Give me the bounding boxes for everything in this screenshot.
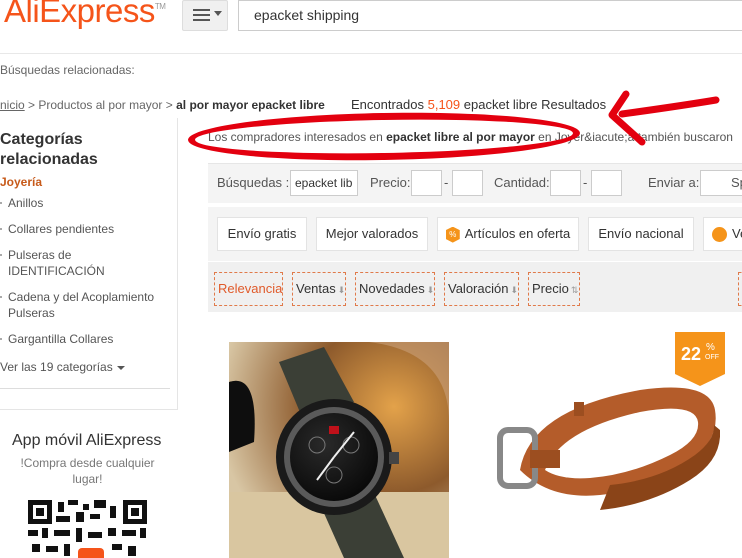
bullet-icon [0,296,2,298]
quantity-max-input[interactable] [591,170,622,196]
breadcrumb-separator: > [24,98,39,112]
breadcrumb-wholesale-link[interactable]: Productos al por mayor [38,98,162,112]
bullet-icon [0,338,2,340]
caret-down-icon [214,11,222,16]
price-max-input[interactable] [452,170,483,196]
results-number: 5,109 [427,97,461,112]
see-all-categories-link[interactable]: Ver las 19 categorías [0,360,125,374]
heading-line-1: Categorías [0,131,83,148]
coin-icon [712,227,727,243]
sort-sales-label: Ventas [296,281,336,296]
sort-newest-label: Novedades [359,281,425,296]
sort-newest[interactable]: Novedades ⬇ [355,272,435,306]
app-promo-subtitle: !Compra desde cualquier lugar! [20,456,155,486]
sort-relevance[interactable]: Relevancia [214,272,283,306]
price-min-input[interactable] [411,170,442,196]
logo-text: AliExpress [4,0,155,29]
category-group-jewelry[interactable]: Joyería [0,175,42,189]
sidebar-separator [0,409,178,410]
discount-symbol: % [706,342,715,353]
related-searches-label: Búsquedas relacionadas: [0,63,135,77]
category-label: Gargantilla Collares [8,332,114,346]
arrow-down-icon: ⬇ [337,285,346,295]
quantity-label: Cantidad: [494,175,550,190]
arrow-down-icon: ⬇ [510,285,519,295]
logo-trademark: TM [154,2,166,11]
bullet-icon [0,254,2,256]
qr-code-icon [28,500,147,558]
ship-to-label: Enviar a: [648,175,700,190]
arrow-down-icon: ⬇ [426,285,435,295]
more-filter-label: Ve [732,226,742,241]
breadcrumb: nicio > Productos al por mayor > al por … [0,98,325,112]
results-prefix: Encontrados [351,97,428,112]
breadcrumb-separator: > [162,98,177,112]
sidebar-divider [177,118,178,410]
free-shipping-button[interactable]: Envío gratis [217,217,307,251]
price-label: Precio: [370,175,411,190]
ship-to-select[interactable]: Sp [700,170,742,196]
sort-price-label: Precio [532,281,569,296]
header-divider [0,53,742,54]
national-shipping-button[interactable]: Envío nacional [588,217,694,251]
sort-updown-icon: ⇅ [570,285,579,295]
breadcrumb-current: al por mayor epacket libre [176,98,325,112]
price-separator: - [444,175,449,190]
see-all-label: Ver las 19 categorías [0,360,113,374]
product-image-belt[interactable] [490,370,720,530]
on-sale-label: Artículos en oferta [464,226,571,241]
heading-line-2: relacionadas [0,151,98,168]
discount-off-label: OFF [705,354,719,361]
bullet-icon [0,228,2,230]
category-label: Cadena y del Acoplamiento Pulseras [8,290,155,320]
annotation-arrow-icon [608,90,720,146]
sort-sales[interactable]: Ventas ⬇ [292,272,346,306]
quantity-min-input[interactable] [550,170,581,196]
sort-rating[interactable]: Valoración ⬇ [444,272,519,306]
app-promo-title: App móvil AliExpress [12,432,162,449]
hamburger-icon [193,9,210,24]
related-categories-heading: Categorías relacionadas [0,130,98,170]
keyword-filter-input[interactable]: epacket lib [290,170,358,196]
discount-percent: 22 [681,344,702,364]
more-filter-button[interactable]: Ve [703,217,742,251]
search-input[interactable]: epacket shipping [238,0,742,31]
category-label: Collares pendientes [8,222,115,236]
aliexpress-logo[interactable]: AliExpressTM [4,0,166,30]
keyword-filter-label: Búsquedas : [217,175,290,190]
sort-rating-label: Valoración [448,281,509,296]
watch-icon [229,342,449,558]
category-label: Pulseras de IDENTIFICACIÓN [8,248,105,278]
quantity-separator: - [583,175,588,190]
product-image-watch[interactable] [229,342,449,558]
category-menu-button[interactable] [182,0,228,31]
top-rated-button[interactable]: Mejor valorados [316,217,428,251]
caret-down-icon [116,365,125,370]
category-label: Anillos [8,196,44,210]
results-count: Encontrados 5,109 epacket libre Resultad… [351,97,606,112]
annotation-ellipse [187,109,581,164]
view-toggle[interactable] [738,272,742,306]
breadcrumb-home-link[interactable]: nicio [0,98,25,112]
sidebar-separator [0,388,170,389]
sort-price[interactable]: Precio ⇅ [528,272,580,306]
sale-icon: % [445,226,460,243]
on-sale-button[interactable]: % Artículos en oferta [437,217,579,251]
bullet-icon [0,202,2,204]
